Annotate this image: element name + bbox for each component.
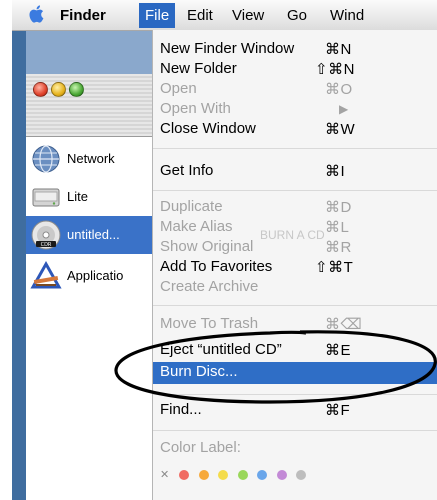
menu-item-eject[interactable]: Eject “untitled CD” ⌘E (153, 340, 437, 360)
menu-item-color-label: Color Label: (153, 438, 437, 458)
sidebar-item-label: Network (67, 151, 115, 166)
menu-separator (153, 394, 437, 395)
menu-item-open: Open ⌘O (153, 79, 437, 99)
color-swatch-purple[interactable] (276, 469, 287, 480)
menu-item-shortcut: ⌘D (325, 199, 352, 216)
sidebar-item-network[interactable]: Network (26, 140, 152, 178)
network-globe-icon (32, 145, 60, 173)
menu-item-create-archive: Create Archive (153, 277, 437, 297)
menu-item-label: New Finder Window (160, 40, 295, 57)
menu-item-label: Show Original (160, 238, 254, 255)
menu-file[interactable]: File (139, 3, 176, 28)
menu-item-shortcut: ⌘E (325, 342, 352, 359)
menu-item-label: Eject “untitled CD” (160, 341, 282, 358)
menu-item-label: Find... (160, 401, 202, 418)
menu-item-label: Open (160, 80, 197, 97)
menu-item-shortcut: ⌘N (325, 41, 352, 58)
menu-item-label: Burn Disc... (160, 363, 238, 380)
menu-separator (153, 305, 437, 306)
menu-item-shortcut: ⌘I (325, 163, 346, 180)
apple-menu-icon[interactable] (26, 3, 48, 25)
menu-bar: Finder File Edit View Go Wind (12, 0, 437, 31)
menu-item-move-to-trash: Move To Trash ⌘⌫ (153, 314, 437, 334)
menu-separator (153, 430, 437, 431)
menu-window[interactable]: Wind (330, 7, 364, 24)
menu-item-duplicate: Duplicate ⌘D (153, 197, 437, 217)
menu-separator (153, 190, 437, 191)
menu-item-add-to-favorites[interactable]: Add To Favorites ⇧⌘T (153, 257, 437, 277)
file-menu: New Finder Window ⌘N New Folder ⇧⌘N Open… (152, 30, 437, 500)
menu-item-get-info[interactable]: Get Info ⌘I (153, 161, 437, 181)
menu-item-shortcut: ⇧⌘T (315, 259, 354, 276)
menu-separator (153, 148, 437, 149)
color-label-swatches: ✕ (160, 466, 360, 481)
menu-item-shortcut: ⌘F (325, 402, 351, 419)
sidebar-item-label: untitled... (67, 227, 120, 242)
color-swatch-blue[interactable] (257, 469, 268, 480)
cdr-disc-icon: CDR (31, 220, 61, 250)
menu-item-label: Get Info (160, 162, 214, 179)
submenu-arrow-icon: ▶ (339, 102, 349, 116)
menu-item-close-window[interactable]: Close Window ⌘W (153, 119, 437, 139)
sidebar-item-untitled-cd[interactable]: CDR untitled... (26, 216, 152, 254)
color-swatch-gray[interactable] (296, 469, 307, 480)
menu-item-label: Move To Trash (160, 315, 259, 332)
menu-item-label: Add To Favorites (160, 258, 273, 275)
menu-item-new-folder[interactable]: New Folder ⇧⌘N (153, 59, 437, 79)
color-swatch-yellow[interactable] (218, 469, 229, 480)
menu-item-shortcut: ⇧⌘N (315, 61, 355, 78)
menu-item-open-with: Open With ▶ (153, 99, 437, 119)
menu-item-label: Make Alias (160, 218, 233, 235)
sidebar-item-label: Applicatio (67, 268, 124, 283)
sidebar-item-lite[interactable]: Lite (26, 178, 152, 216)
window-titlebar[interactable] (26, 74, 152, 137)
menu-item-new-finder-window[interactable]: New Finder Window ⌘N (153, 39, 437, 59)
menu-item-label: New Folder (160, 60, 237, 77)
menu-finder[interactable]: Finder (60, 7, 106, 24)
menu-go[interactable]: Go (287, 7, 307, 24)
finder-sidebar: Network Lite CDR untitled... Applicatio (26, 137, 152, 500)
no-color-icon[interactable]: ✕ (160, 468, 170, 481)
menu-item-shortcut: ⌘W (325, 121, 356, 138)
hard-drive-icon (32, 188, 60, 207)
color-swatch-green[interactable] (237, 469, 248, 480)
finder-window: Network Lite CDR untitled... Applicatio (26, 74, 152, 500)
desktop-edge (12, 31, 26, 500)
menu-item-label: Close Window (160, 120, 256, 137)
background-hint-text: BURN A CD (260, 228, 325, 242)
menu-item-shortcut: ⌘R (325, 239, 352, 256)
menu-item-find[interactable]: Find... ⌘F (153, 400, 437, 420)
zoom-window-button[interactable] (69, 82, 84, 97)
close-window-button[interactable] (33, 82, 48, 97)
menu-view[interactable]: View (232, 7, 264, 24)
menu-item-shortcut: ⌘⌫ (325, 316, 363, 333)
minimize-window-button[interactable] (51, 82, 66, 97)
menu-item-shortcut: ⌘L (325, 219, 350, 236)
menu-item-label: Color Label: (160, 439, 241, 456)
applications-icon (30, 260, 62, 289)
menu-edit[interactable]: Edit (187, 7, 213, 24)
sidebar-item-applications[interactable]: Applicatio (26, 257, 152, 295)
sidebar-item-label: Lite (67, 189, 88, 204)
color-swatch-red[interactable] (179, 469, 190, 480)
menu-item-label: Duplicate (160, 198, 223, 215)
svg-text:CDR: CDR (41, 242, 52, 248)
menu-item-label: Open With (160, 100, 231, 117)
menu-item-burn-disc[interactable]: Burn Disc... (153, 362, 437, 384)
menu-item-label: Create Archive (160, 278, 259, 295)
menu-item-shortcut: ⌘O (325, 81, 353, 98)
color-swatch-orange[interactable] (198, 469, 209, 480)
